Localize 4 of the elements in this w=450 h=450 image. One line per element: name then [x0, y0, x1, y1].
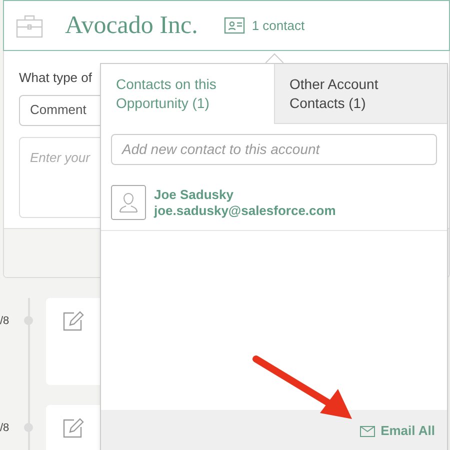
timeline-date: /8: [0, 421, 10, 436]
timeline-date: /8: [0, 314, 10, 329]
account-title: Avocado Inc.: [65, 10, 198, 41]
activity-type-label: What type of: [19, 69, 92, 87]
